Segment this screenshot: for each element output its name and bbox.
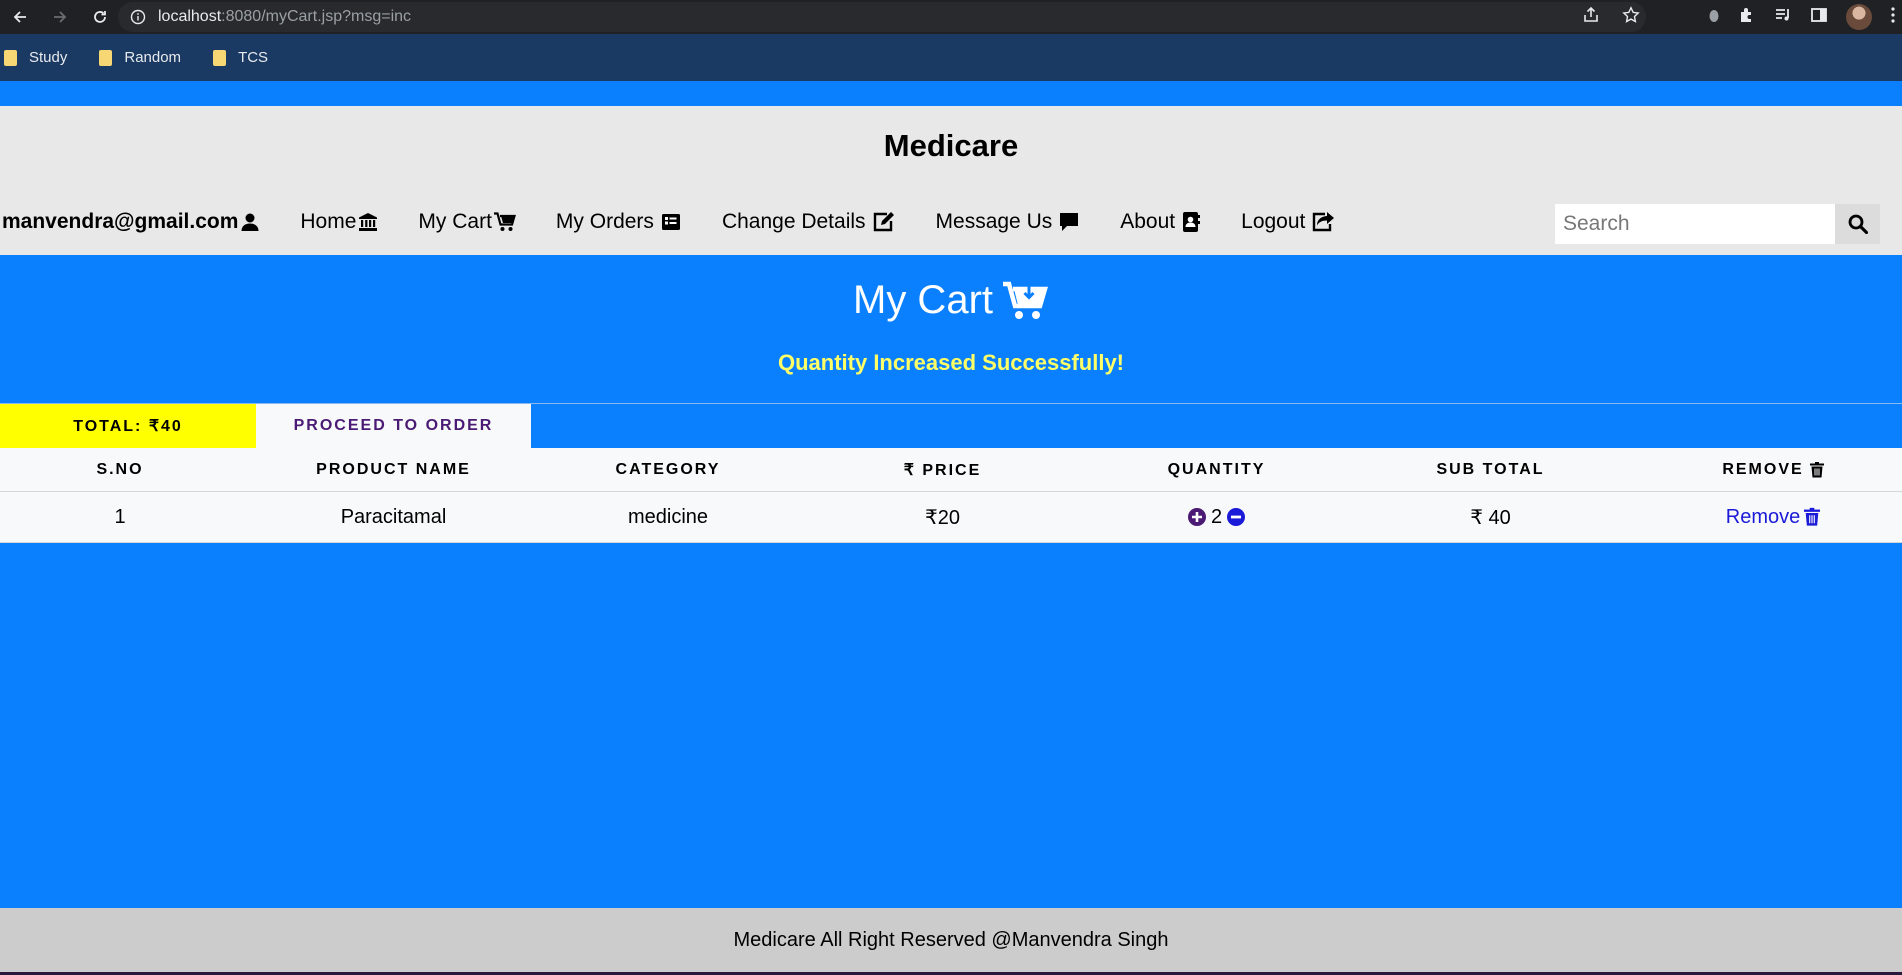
page-title: My Cart — [0, 278, 1902, 323]
url-path: :8080/myCart.jsp?msg=inc — [221, 8, 412, 25]
media-control-icon[interactable] — [1774, 6, 1792, 29]
extensions-puzzle-icon[interactable] — [1738, 6, 1756, 29]
remove-item-link[interactable]: Remove — [1725, 505, 1821, 529]
nav-my-cart[interactable]: My Cart — [418, 210, 516, 234]
col-sub-total: SUB TOTAL — [1436, 460, 1545, 478]
forward-icon[interactable] — [40, 0, 80, 34]
nav-my-cart-label: My Cart — [418, 210, 492, 233]
row-sub-total: ₹ 40 — [1470, 506, 1511, 529]
footer-text: Medicare All Right Reserved @Manvendra S… — [733, 928, 1169, 951]
nav-about-label: About — [1120, 210, 1176, 233]
comment-icon — [1060, 213, 1079, 231]
list-icon — [661, 214, 680, 230]
row-remove: Remove — [1644, 492, 1902, 542]
row-quantity: 2 — [1096, 492, 1337, 542]
col-product-name: PRODUCT NAME — [316, 460, 471, 478]
proceed-to-order-link[interactable]: PROCEED TO ORDER — [256, 404, 531, 448]
col-sno: S.NO — [96, 460, 144, 478]
bank-icon — [359, 213, 378, 231]
cart-icon — [493, 212, 516, 231]
nav-change-details-label: Change Details — [721, 210, 866, 233]
minus-circle-icon — [1227, 508, 1246, 526]
bookmark-label: Random — [124, 49, 182, 66]
site-header: Medicare manvendra@gmail.com Home My Car… — [0, 106, 1902, 255]
search-form — [1555, 204, 1880, 244]
nav-home-label: Home — [300, 210, 357, 233]
bookmark-random[interactable]: Random — [99, 49, 181, 66]
table-header-row: S.NO PRODUCT NAME CATEGORY ₹ PRICE QUANT… — [0, 448, 1902, 492]
nav-logout[interactable]: Logout — [1241, 210, 1335, 234]
browser-toolbar: localhost:8080/myCart.jsp?msg=inc — [0, 0, 1902, 34]
nav-message-us[interactable]: Message Us — [936, 210, 1081, 234]
site-info-icon[interactable] — [130, 9, 146, 25]
user-email-text: manvendra@gmail.com — [2, 210, 239, 233]
col-remove-label: REMOVE — [1722, 460, 1804, 478]
row-sno: 1 — [114, 505, 126, 528]
col-remove: REMOVE — [1644, 448, 1902, 491]
trash-icon — [1804, 507, 1821, 526]
extension-icon[interactable] — [1708, 6, 1720, 29]
plus-circle-icon — [1187, 508, 1206, 526]
row-category: medicine — [627, 505, 709, 528]
cart-download-icon — [1003, 281, 1049, 319]
site-footer: Medicare All Right Reserved @Manvendra S… — [0, 908, 1902, 972]
row-product-name: Paracitamal — [340, 505, 447, 528]
increase-quantity-button[interactable] — [1187, 507, 1207, 527]
cart-table: TOTAL: ₹40 PROCEED TO ORDER S.NO PRODUCT… — [0, 403, 1902, 543]
address-bar[interactable]: localhost:8080/myCart.jsp?msg=inc — [118, 2, 1646, 32]
cart-total: TOTAL: ₹40 — [0, 404, 256, 448]
nav-about[interactable]: About — [1120, 210, 1201, 234]
nav-my-orders[interactable]: My Orders — [556, 210, 682, 234]
folder-icon — [4, 49, 17, 66]
top-band — [0, 81, 1902, 106]
side-panel-icon[interactable] — [1810, 6, 1828, 29]
bookmark-label: Study — [29, 49, 68, 66]
flash-message: Quantity Increased Successfully! — [777, 350, 1125, 375]
back-icon[interactable] — [0, 0, 40, 34]
quantity-value: 2 — [1210, 505, 1223, 528]
nav-change-details[interactable]: Change Details — [722, 210, 896, 234]
edit-icon — [873, 212, 894, 232]
menu-kebab-icon[interactable] — [1890, 6, 1896, 29]
row-price: ₹20 — [925, 506, 960, 529]
share-page-icon[interactable] — [1582, 6, 1600, 29]
nav-home[interactable]: Home — [300, 210, 378, 234]
bookmark-star-icon[interactable] — [1622, 5, 1640, 29]
nav-logout-label: Logout — [1241, 210, 1306, 233]
decrease-quantity-button[interactable] — [1226, 507, 1246, 527]
main-nav: manvendra@gmail.com Home My Cart My Orde… — [2, 210, 1335, 234]
search-icon — [1848, 214, 1868, 234]
search-input[interactable] — [1555, 204, 1835, 244]
bookmarks-bar: Study Random TCS — [0, 34, 1902, 81]
user-icon — [241, 213, 259, 231]
reload-icon[interactable] — [80, 0, 120, 34]
bookmark-tcs[interactable]: TCS — [213, 49, 268, 66]
page-title-text: My Cart — [853, 278, 993, 322]
col-quantity: QUANTITY — [1167, 460, 1266, 478]
url-host: localhost — [158, 8, 222, 25]
cart-actions-row: TOTAL: ₹40 PROCEED TO ORDER — [0, 403, 1902, 448]
trash-icon — [1809, 461, 1824, 477]
profile-avatar[interactable] — [1846, 4, 1872, 30]
table-row: 1 Paracitamal medicine ₹20 2 ₹ 40 Remove — [0, 492, 1902, 543]
col-price: ₹ PRICE — [903, 461, 982, 479]
nav-my-orders-label: My Orders — [555, 210, 654, 233]
bookmark-label: TCS — [238, 49, 269, 66]
share-icon — [1313, 212, 1335, 232]
bookmark-study[interactable]: Study — [4, 49, 67, 66]
folder-icon — [99, 49, 113, 66]
col-category: CATEGORY — [615, 460, 721, 478]
address-book-icon — [1183, 212, 1201, 232]
nav-message-us-label: Message Us — [935, 210, 1053, 233]
brand-title: Medicare — [883, 128, 1019, 163]
remove-label: Remove — [1725, 505, 1801, 528]
user-email: manvendra@gmail.com — [2, 210, 260, 234]
search-button[interactable] — [1835, 204, 1880, 244]
url-text: localhost:8080/myCart.jsp?msg=inc — [158, 8, 411, 26]
folder-icon — [213, 49, 227, 66]
